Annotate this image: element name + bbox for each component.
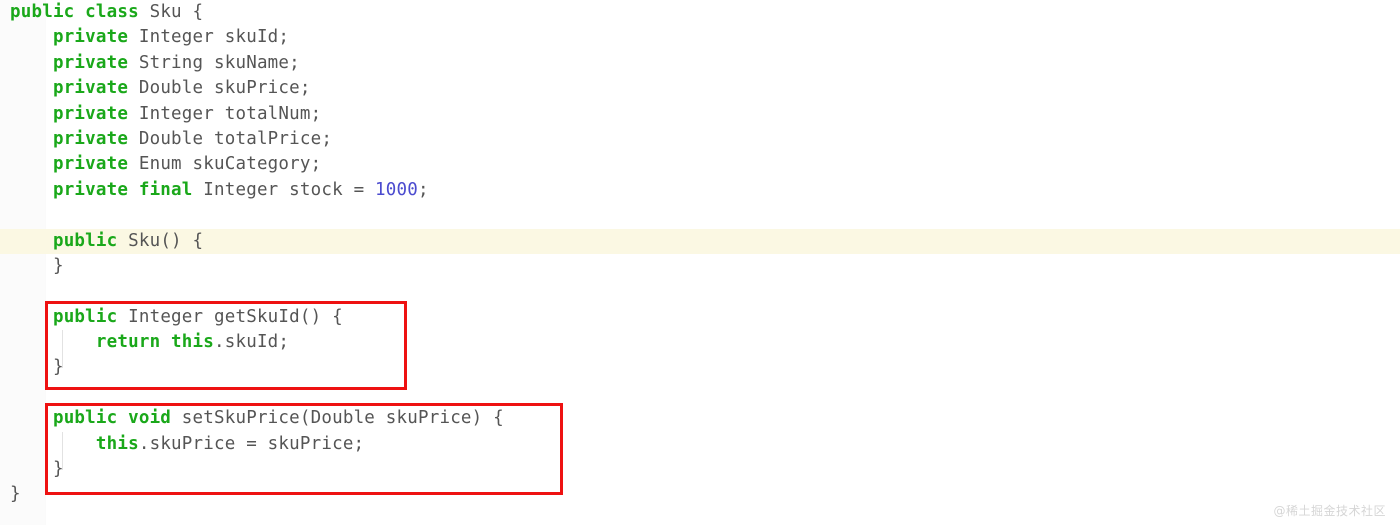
- code-line[interactable]: private Double skuPrice;: [0, 76, 1400, 101]
- code-keyword: return this: [95, 332, 214, 353]
- code-text: String skuName;: [128, 52, 300, 73]
- code-text: Double skuPrice;: [128, 78, 311, 99]
- code-line[interactable]: public Sku() {: [0, 228, 1400, 254]
- code-text: setSkuPrice(Double skuPrice) {: [171, 408, 504, 429]
- code-text: ;: [418, 179, 429, 200]
- code-number: 1000: [375, 179, 418, 200]
- code-keyword: this: [95, 433, 139, 454]
- code-line[interactable]: [0, 279, 1400, 304]
- code-line[interactable]: private Integer skuId;: [0, 25, 1400, 50]
- code-keyword: private: [52, 103, 129, 124]
- code-text: .skuPrice = skuPrice;: [138, 433, 365, 454]
- code-text: Enum skuCategory;: [128, 154, 322, 175]
- code-text: Double totalPrice;: [128, 128, 333, 149]
- code-keyword: public void: [52, 408, 172, 429]
- code-keyword: private: [52, 78, 129, 99]
- code-keyword: private: [52, 52, 129, 73]
- code-line[interactable]: private Double totalPrice;: [0, 127, 1400, 152]
- code-line[interactable]: public Integer getSkuId() {: [0, 305, 1400, 330]
- code-keyword: private final: [52, 179, 193, 200]
- code-line[interactable]: }: [0, 457, 1400, 482]
- code-text: }: [10, 484, 21, 505]
- code-line[interactable]: private Enum skuCategory;: [0, 152, 1400, 177]
- code-text: }: [52, 255, 64, 276]
- code-line[interactable]: }: [0, 482, 1400, 507]
- code-line[interactable]: public void setSkuPrice(Double skuPrice)…: [0, 406, 1400, 431]
- code-keyword: private: [52, 128, 129, 149]
- code-text: Integer stock =: [192, 179, 376, 200]
- code-text: }: [52, 459, 64, 480]
- code-line[interactable]: public class Sku {: [0, 0, 1400, 25]
- code-text: Integer getSkuId() {: [117, 306, 343, 327]
- code-keyword: public: [52, 306, 118, 327]
- code-keyword: public class: [10, 2, 139, 22]
- code-line[interactable]: [0, 381, 1400, 406]
- code-line[interactable]: private final Integer stock = 1000;: [0, 178, 1400, 203]
- code-lines-container[interactable]: public class Sku { private Integer skuId…: [0, 0, 1400, 508]
- code-line[interactable]: private String skuName;: [0, 51, 1400, 76]
- code-text: .skuId;: [214, 332, 290, 353]
- code-editor[interactable]: public class Sku { private Integer skuId…: [0, 0, 1400, 525]
- code-line[interactable]: private Integer totalNum;: [0, 102, 1400, 127]
- code-text: Integer totalNum;: [128, 103, 322, 124]
- code-keyword: private: [52, 154, 129, 175]
- code-text: Sku {: [138, 2, 204, 22]
- code-keyword: public: [52, 230, 118, 251]
- code-text: Integer skuId;: [128, 27, 290, 48]
- code-text: Sku() {: [117, 230, 204, 251]
- code-line[interactable]: }: [0, 254, 1400, 279]
- code-line[interactable]: return this.skuId;: [0, 330, 1400, 355]
- code-line[interactable]: this.skuPrice = skuPrice;: [0, 432, 1400, 457]
- code-keyword: private: [52, 27, 129, 48]
- code-text: }: [52, 357, 64, 378]
- code-line[interactable]: [0, 203, 1400, 228]
- watermark: @稀土掘金技术社区: [1273, 504, 1386, 518]
- code-line[interactable]: }: [0, 355, 1400, 380]
